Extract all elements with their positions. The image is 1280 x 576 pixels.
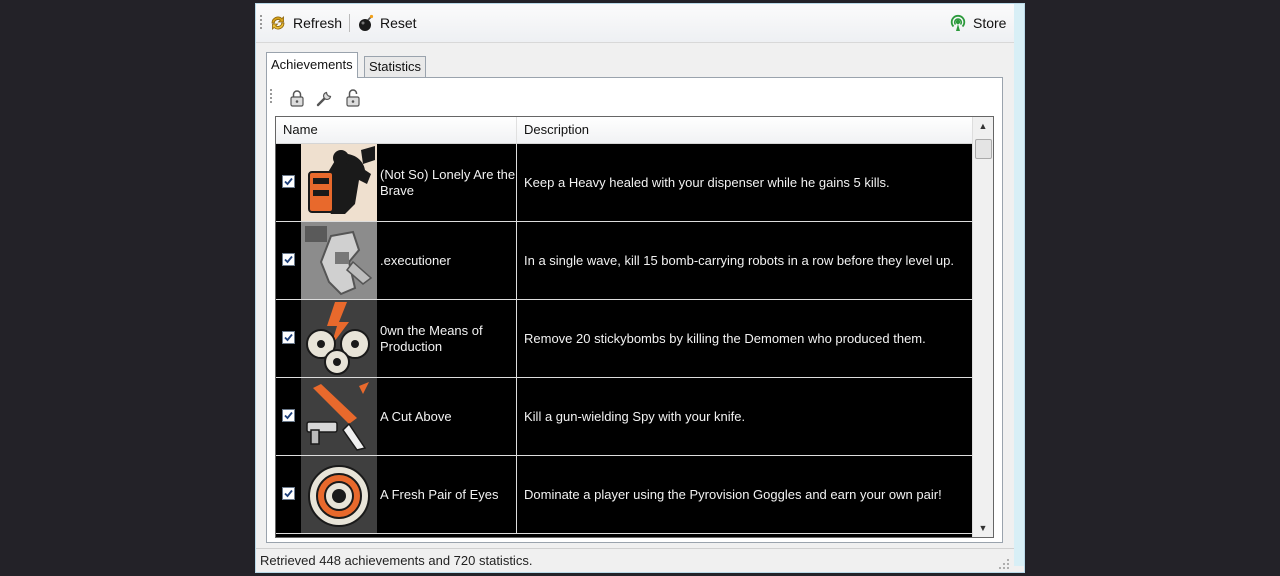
- achievements-list[interactable]: Name Description (Not So) Lonely Are the…: [275, 116, 994, 538]
- reset-label: Reset: [380, 15, 417, 31]
- achievements-toolbar: [267, 82, 1002, 112]
- achievement-checkbox[interactable]: [282, 253, 295, 266]
- eye-goggles-icon: [301, 456, 377, 533]
- store-button[interactable]: Store: [948, 12, 1006, 34]
- name-cell: A Cut Above: [276, 378, 517, 455]
- table-row[interactable]: A Fresh Pair of Eyes Dominate a player u…: [276, 456, 973, 534]
- toolbar-separator: [349, 14, 350, 32]
- scroll-up-arrow[interactable]: ▲: [973, 117, 993, 135]
- stickybombs-icon: [301, 300, 377, 377]
- status-text: Retrieved 448 achievements and 720 stati…: [260, 553, 533, 568]
- achievement-checkbox[interactable]: [282, 175, 295, 188]
- store-label: Store: [973, 15, 1007, 31]
- toolbar-grip[interactable]: [270, 89, 272, 105]
- achievement-checkbox[interactable]: [282, 331, 295, 344]
- column-header-name[interactable]: Name: [276, 117, 517, 143]
- table-row[interactable]: A Cut Above Kill a gun-wielding Spy with…: [276, 378, 973, 456]
- achievements-panel: Name Description (Not So) Lonely Are the…: [266, 77, 1003, 543]
- achievement-name: A Cut Above: [380, 408, 452, 424]
- status-bar: Retrieved 448 achievements and 720 stati…: [256, 548, 1014, 572]
- tab-statistics[interactable]: Statistics: [364, 56, 427, 77]
- achievement-description: Remove 20 stickybombs by killing the Dem…: [524, 331, 926, 346]
- refresh-label: Refresh: [293, 15, 343, 31]
- resize-grip-icon[interactable]: [998, 558, 1010, 570]
- achievement-name: (Not So) Lonely Are the Brave: [380, 166, 516, 198]
- lock-icon[interactable]: [287, 88, 307, 108]
- wrench-icon[interactable]: [315, 88, 335, 108]
- achievement-description: Dominate a player using the Pyrovision G…: [524, 487, 942, 502]
- executioner-15-icon: [301, 222, 377, 299]
- vertical-scrollbar[interactable]: ▲ ▼: [972, 117, 993, 537]
- achievement-description: In a single wave, kill 15 bomb-carrying …: [524, 253, 954, 268]
- app-window: Refresh Reset Store Achievements Statist: [256, 4, 1024, 572]
- scroll-down-arrow[interactable]: ▼: [973, 519, 993, 537]
- scroll-thumb[interactable]: [975, 139, 992, 159]
- broadcast-icon: [950, 14, 966, 31]
- window-edge: [1014, 4, 1024, 566]
- achievement-name: .executioner: [380, 252, 451, 268]
- achievement-name: 0wn the Means of Production: [380, 322, 483, 354]
- column-header-description[interactable]: Description: [517, 117, 973, 143]
- achievement-description: Keep a Heavy healed with your dispenser …: [524, 175, 890, 190]
- achievement-name: A Fresh Pair of Eyes: [380, 486, 499, 502]
- achievement-description: Kill a gun-wielding Spy with your knife.: [524, 409, 746, 424]
- name-cell: 0wn the Means of Production: [276, 300, 517, 377]
- table-row[interactable]: .executioner In a single wave, kill 15 b…: [276, 222, 973, 300]
- toolbar-grip[interactable]: [260, 15, 262, 31]
- knife-gun-icon: [301, 378, 377, 455]
- list-rows: (Not So) Lonely Are the Brave Keep a Hea…: [276, 144, 973, 534]
- name-cell: .executioner: [276, 222, 517, 299]
- refresh-button[interactable]: Refresh: [268, 12, 342, 34]
- refresh-icon: [271, 16, 285, 30]
- list-header: Name Description: [276, 117, 973, 144]
- tab-achievements[interactable]: Achievements: [266, 52, 358, 78]
- heavy-dispenser-icon: [301, 144, 377, 221]
- table-row[interactable]: (Not So) Lonely Are the Brave Keep a Hea…: [276, 144, 973, 222]
- name-cell: A Fresh Pair of Eyes: [276, 456, 517, 533]
- name-cell: (Not So) Lonely Are the Brave: [276, 144, 517, 221]
- achievement-checkbox[interactable]: [282, 487, 295, 500]
- achievement-checkbox[interactable]: [282, 409, 295, 422]
- table-row[interactable]: 0wn the Means of Production Remove 20 st…: [276, 300, 973, 378]
- unlock-icon[interactable]: [343, 88, 363, 108]
- reset-button[interactable]: Reset: [357, 12, 417, 34]
- bomb-icon: [359, 14, 374, 31]
- main-toolbar: Refresh Reset Store: [256, 4, 1014, 43]
